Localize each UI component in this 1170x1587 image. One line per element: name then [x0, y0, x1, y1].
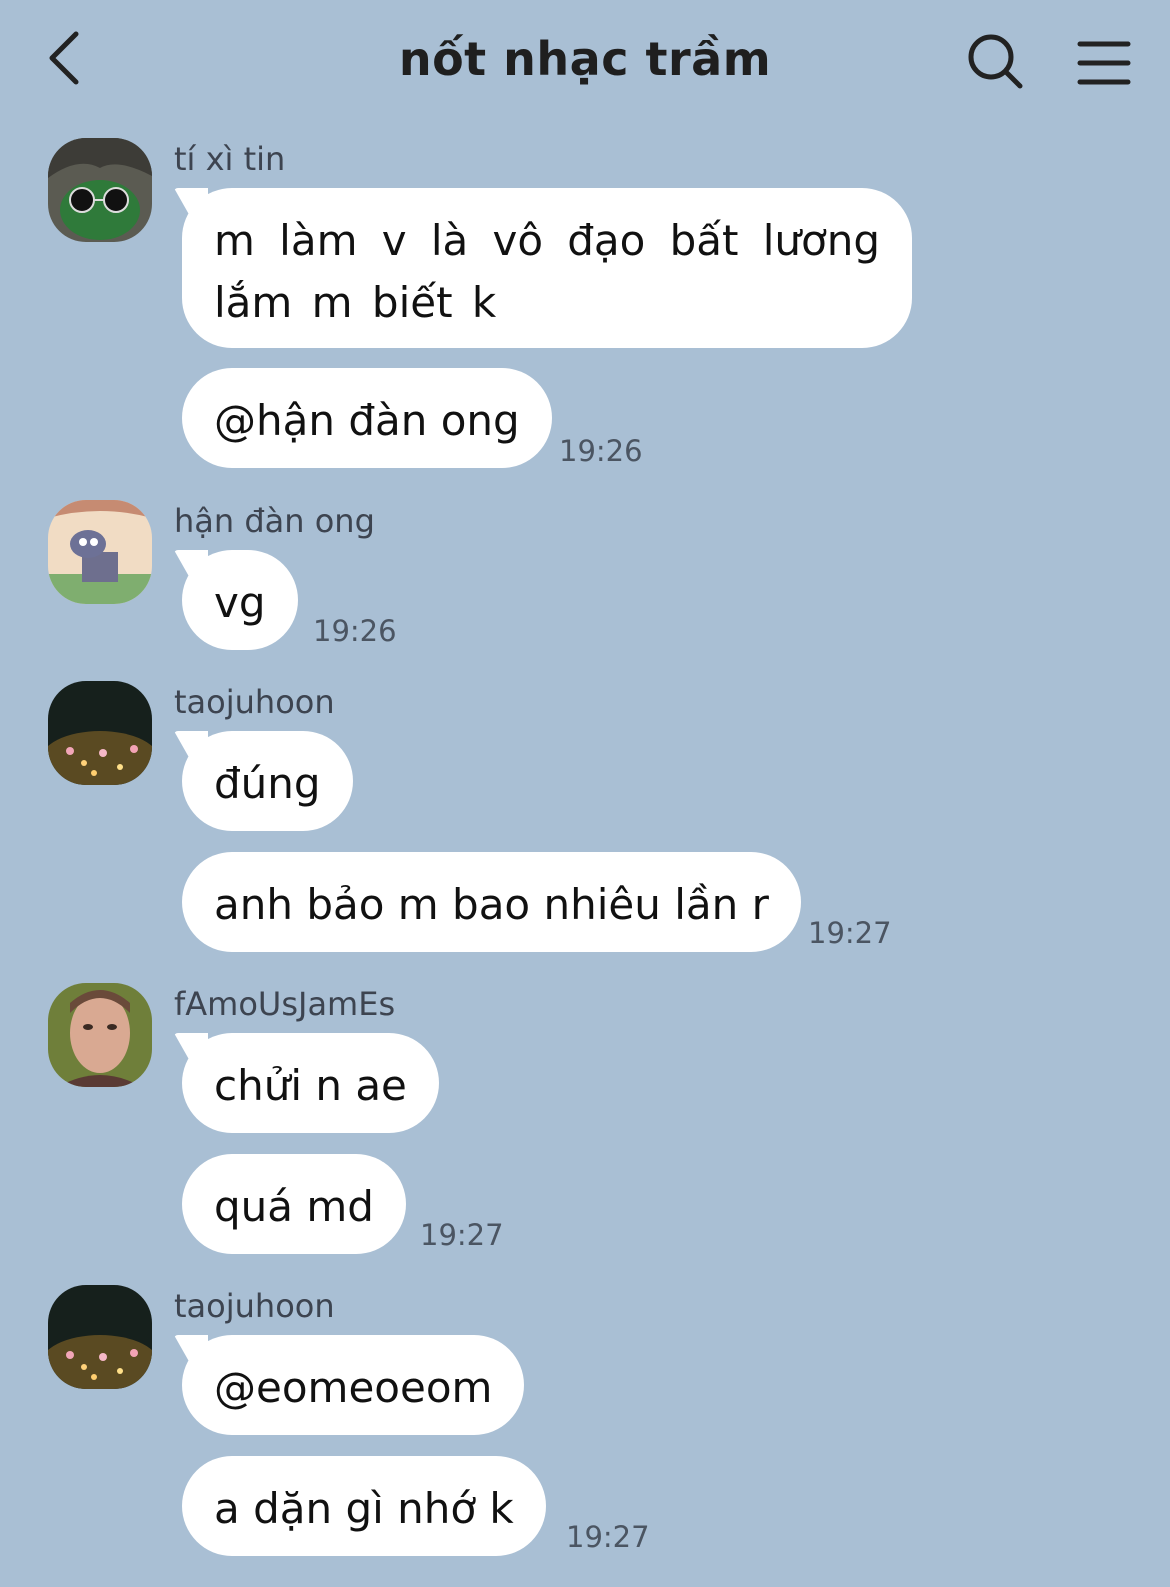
message-group: hận đàn ong vg 19:26 — [0, 500, 1170, 660]
chat-header: nốt nhạc trầm — [0, 0, 1170, 120]
message-bubble[interactable]: @eomeoeom — [182, 1335, 525, 1435]
message-bubble[interactable]: đúng — [182, 731, 353, 831]
hamburger-menu-icon — [1077, 41, 1131, 85]
message-bubble[interactable]: vg — [182, 550, 298, 650]
avatar-image — [48, 983, 152, 1087]
avatar-image — [48, 1285, 152, 1389]
avatar-image — [48, 500, 152, 604]
message-bubble[interactable]: a dặn gì nhớ k — [182, 1456, 546, 1556]
search-button[interactable] — [966, 32, 1026, 92]
avatar[interactable] — [48, 500, 152, 604]
avatar[interactable] — [48, 1285, 152, 1389]
message-bubble[interactable]: anh bảo m bao nhiêu lần r — [182, 852, 801, 952]
menu-button[interactable] — [1076, 38, 1132, 88]
sender-name: fAmoUsJamEs — [174, 985, 396, 1023]
message-timestamp: 19:26 — [313, 614, 397, 648]
message-timestamp: 19:27 — [566, 1520, 650, 1554]
avatar-image — [48, 681, 152, 785]
message-timestamp: 19:26 — [559, 434, 643, 468]
message-timestamp: 19:27 — [420, 1218, 504, 1252]
avatar-image — [48, 138, 152, 242]
message-timestamp: 19:27 — [808, 916, 892, 950]
message-group: taojuhoon đúng anh bảo m bao nhiêu lần r… — [0, 681, 1170, 961]
sender-name: hận đàn ong — [174, 502, 375, 540]
search-icon — [968, 34, 1023, 89]
message-bubble[interactable]: @hận đàn ong — [182, 368, 552, 468]
message-bubble[interactable]: m làm v là vô đạo bất lương lắm m biết k — [182, 188, 912, 348]
message-bubble[interactable]: chửi n ae — [182, 1033, 439, 1133]
avatar[interactable] — [48, 681, 152, 785]
sender-name: tí xì tin — [174, 140, 286, 178]
sender-name: taojuhoon — [174, 683, 335, 721]
message-group: tí xì tin m làm v là vô đạo bất lương lắ… — [0, 138, 1170, 478]
message-bubble[interactable]: quá md — [182, 1154, 406, 1254]
avatar[interactable] — [48, 983, 152, 1087]
message-group: taojuhoon @eomeoeom a dặn gì nhớ k 19:27 — [0, 1285, 1170, 1575]
avatar[interactable] — [48, 138, 152, 242]
message-group: fAmoUsJamEs chửi n ae quá md 19:27 — [0, 983, 1170, 1263]
sender-name: taojuhoon — [174, 1287, 335, 1325]
